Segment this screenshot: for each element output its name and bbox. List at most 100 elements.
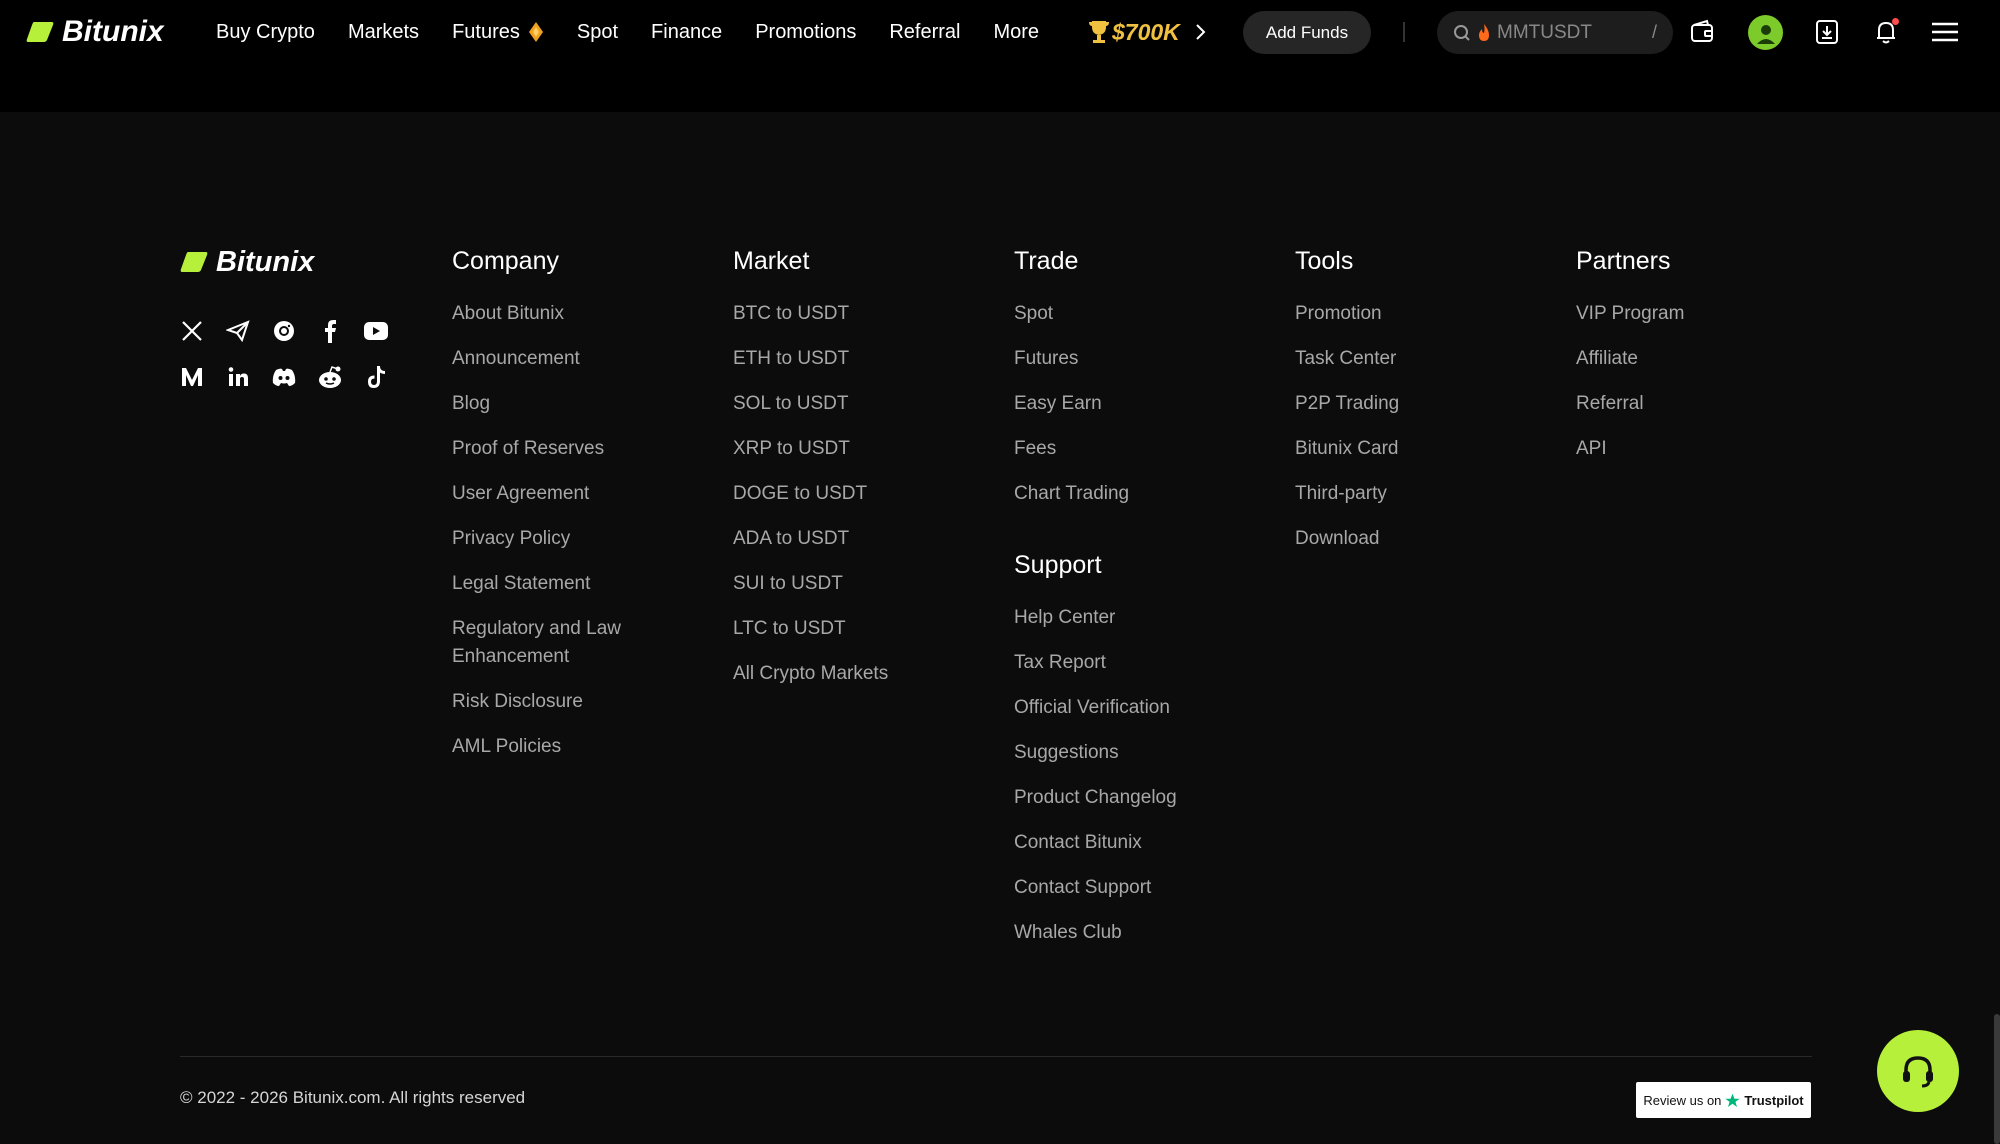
footer-link[interactable]: Contact Bitunix — [1014, 829, 1177, 857]
tiktok-icon[interactable] — [360, 361, 392, 393]
footer-link[interactable]: Download — [1295, 525, 1399, 553]
bitunix-logo-icon — [180, 252, 208, 272]
footer-link[interactable]: Suggestions — [1014, 739, 1177, 767]
nav-referral[interactable]: Referral — [889, 21, 960, 44]
footer-link[interactable]: SUI to USDT — [733, 570, 888, 598]
footer-link[interactable]: Risk Disclosure — [452, 688, 652, 716]
footer-link[interactable]: BTC to USDT — [733, 300, 888, 328]
discord-icon[interactable] — [268, 361, 300, 393]
footer-link[interactable]: Proof of Reserves — [452, 435, 652, 463]
footer-link[interactable]: User Agreement — [452, 480, 652, 508]
footer-link[interactable]: Contact Support — [1014, 874, 1177, 902]
menu-icon[interactable] — [1929, 16, 1961, 48]
footer-link[interactable]: Chart Trading — [1014, 480, 1177, 508]
add-funds-button[interactable]: Add Funds — [1243, 11, 1371, 54]
nav-promotions[interactable]: Promotions — [755, 21, 856, 44]
avatar[interactable] — [1748, 15, 1783, 50]
download-icon[interactable] — [1811, 16, 1843, 48]
footer-link[interactable]: XRP to USDT — [733, 435, 888, 463]
column-title: Partners — [1576, 247, 1671, 275]
footer-link[interactable]: Official Verification — [1014, 694, 1177, 722]
footer-column-tools: Tools Promotion Task Center P2P Trading … — [1295, 246, 1399, 570]
footer-link[interactable]: LTC to USDT — [733, 615, 888, 643]
linkedin-icon[interactable] — [222, 361, 254, 393]
social-links — [176, 315, 396, 407]
nav-finance[interactable]: Finance — [651, 21, 722, 44]
copyright-text: © 2022 - 2026 Bitunix.com. All rights re… — [180, 1088, 526, 1107]
futures-badge-icon — [528, 22, 543, 42]
footer-link[interactable]: SOL to USDT — [733, 390, 888, 418]
footer-column-support: Support Help Center Tax Report Official … — [1014, 550, 1177, 947]
facebook-icon[interactable] — [314, 315, 346, 347]
bitunix-logo-icon — [26, 22, 54, 42]
footer-link[interactable]: Easy Earn — [1014, 390, 1177, 418]
footer-link[interactable]: AML Policies — [452, 733, 652, 761]
bell-icon[interactable] — [1870, 16, 1902, 48]
footer-column-company: Company About Bitunix Announcement Blog … — [452, 246, 652, 778]
footer-link[interactable]: ETH to USDT — [733, 345, 888, 373]
footer-link[interactable]: Futures — [1014, 345, 1177, 373]
footer-link[interactable]: Fees — [1014, 435, 1177, 463]
search-input[interactable]: MMTUSDT / — [1437, 11, 1673, 54]
footer-link[interactable]: Product Changelog — [1014, 784, 1177, 812]
footer-link[interactable]: Referral — [1576, 390, 1684, 418]
main-nav: Buy Crypto Markets Futures Spot Finance … — [216, 10, 1039, 54]
top-navigation-bar: Bitunix Buy Crypto Markets Futures Spot … — [0, 0, 2000, 112]
trophy-icon — [1089, 21, 1109, 43]
youtube-icon[interactable] — [360, 315, 392, 347]
footer-link[interactable]: Tax Report — [1014, 649, 1177, 677]
trustpilot-star-icon — [1725, 1093, 1741, 1107]
trustpilot-review-button[interactable]: Review us on Trustpilot — [1636, 1082, 1811, 1118]
nav-spot[interactable]: Spot — [577, 21, 618, 44]
wallet-icon[interactable] — [1686, 16, 1718, 48]
nav-more[interactable]: More — [993, 21, 1039, 44]
nav-futures-label: Futures — [452, 20, 520, 43]
customer-support-button[interactable] — [1877, 1030, 1959, 1112]
x-icon[interactable] — [176, 315, 208, 347]
footer-link[interactable]: Promotion — [1295, 300, 1399, 328]
footer-link[interactable]: Affiliate — [1576, 345, 1684, 373]
telegram-icon[interactable] — [222, 315, 254, 347]
footer-link[interactable]: Legal Statement — [452, 570, 652, 598]
footer-link[interactable]: P2P Trading — [1295, 390, 1399, 418]
footer-link[interactable]: All Crypto Markets — [733, 660, 888, 688]
footer-divider — [180, 1056, 1812, 1057]
column-title: Support — [1014, 551, 1102, 579]
column-title: Trade — [1014, 247, 1079, 275]
header-logo[interactable]: Bitunix — [26, 10, 164, 54]
page-scrollbar[interactable] — [1994, 1014, 2000, 1144]
header-divider — [1403, 22, 1405, 42]
footer-link[interactable]: ADA to USDT — [733, 525, 888, 553]
footer-link[interactable]: Help Center — [1014, 604, 1177, 632]
nav-markets[interactable]: Markets — [348, 21, 419, 44]
nav-buy-crypto[interactable]: Buy Crypto — [216, 21, 315, 44]
footer-link[interactable]: Third-party — [1295, 480, 1399, 508]
chevron-right-icon[interactable] — [1188, 20, 1212, 44]
footer-brand-name: Bitunix — [216, 245, 315, 278]
instagram-icon[interactable] — [268, 315, 300, 347]
footer-link[interactable]: Announcement — [452, 345, 652, 373]
trustpilot-prefix: Review us on — [1643, 1092, 1722, 1108]
promo-banner-link[interactable]: $700K — [1088, 14, 1180, 50]
footer-logo[interactable]: Bitunix — [180, 242, 314, 282]
medium-icon[interactable] — [176, 361, 208, 393]
nav-futures[interactable]: Futures — [452, 21, 544, 44]
headset-icon — [1903, 1056, 1933, 1088]
footer-column-partners: Partners VIP Program Affiliate Referral … — [1576, 246, 1684, 480]
footer-column-market: Market BTC to USDT ETH to USDT SOL to US… — [733, 246, 888, 705]
footer-link[interactable]: Spot — [1014, 300, 1177, 328]
footer-link[interactable]: Bitunix Card — [1295, 435, 1399, 463]
footer-link[interactable]: API — [1576, 435, 1684, 463]
footer-link[interactable]: Task Center — [1295, 345, 1399, 373]
footer-link[interactable]: Regulatory and Law Enhancement — [452, 615, 652, 671]
footer-link[interactable]: DOGE to USDT — [733, 480, 888, 508]
user-icon — [1756, 24, 1775, 44]
reddit-icon[interactable] — [314, 361, 346, 393]
footer-link[interactable]: Blog — [452, 390, 652, 418]
footer-link[interactable]: About Bitunix — [452, 300, 652, 328]
footer-link[interactable]: Whales Club — [1014, 919, 1177, 947]
column-title: Tools — [1295, 247, 1354, 275]
notification-dot — [1892, 18, 1899, 25]
footer-link[interactable]: Privacy Policy — [452, 525, 652, 553]
footer-link[interactable]: VIP Program — [1576, 300, 1684, 328]
